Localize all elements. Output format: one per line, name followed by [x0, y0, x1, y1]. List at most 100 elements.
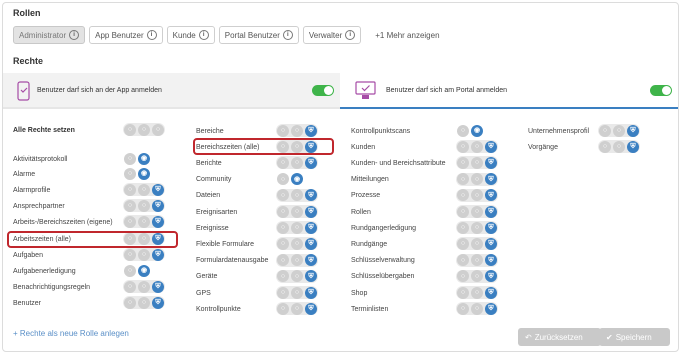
full-access-shield-icon[interactable]: ⛨	[152, 280, 164, 293]
access-level-off-icon[interactable]: ○	[277, 124, 289, 137]
access-level-off-icon[interactable]: ○	[152, 123, 164, 136]
access-level-off-icon[interactable]: ○	[277, 205, 289, 218]
access-level-off-icon[interactable]: ○	[277, 173, 289, 186]
full-access-shield-icon[interactable]: ⛨	[485, 173, 497, 186]
full-access-shield-icon[interactable]: ⛨	[305, 205, 317, 218]
role-button-administrator[interactable]: Administrator i	[13, 26, 86, 44]
access-level-off-icon[interactable]: ○	[138, 280, 150, 293]
access-level-off-icon[interactable]: ○	[471, 302, 483, 315]
access-level-off-icon[interactable]: ○	[471, 270, 483, 283]
access-level-off-icon[interactable]: ○	[277, 270, 289, 283]
full-access-shield-icon[interactable]: ⛨	[485, 189, 497, 202]
access-level-off-icon[interactable]: ○	[124, 123, 136, 136]
full-access-shield-icon[interactable]: ⛨	[152, 248, 164, 261]
full-access-shield-icon[interactable]: ⛨	[485, 302, 497, 315]
add-role-link[interactable]: + Rechte als neue Rolle anlegen	[13, 329, 129, 338]
access-level-off-icon[interactable]: ○	[291, 205, 303, 218]
role-button-app-benutzer[interactable]: App Benutzer i	[89, 26, 163, 44]
full-access-shield-icon[interactable]: ⛨	[485, 156, 497, 169]
access-level-off-icon[interactable]: ○	[124, 264, 136, 277]
access-level-off-icon[interactable]: ○	[291, 156, 303, 169]
full-access-shield-icon[interactable]: ⛨	[305, 237, 317, 250]
access-level-off-icon[interactable]: ○	[457, 173, 469, 186]
access-level-off-icon[interactable]: ○	[457, 156, 469, 169]
access-level-off-icon[interactable]: ○	[291, 254, 303, 267]
role-button-portal-benutzer[interactable]: Portal Benutzer i	[218, 26, 299, 44]
read-access-eye-icon[interactable]: ◉	[138, 167, 150, 180]
full-access-shield-icon[interactable]: ⛨	[305, 189, 317, 202]
access-level-off-icon[interactable]: ○	[138, 183, 150, 196]
access-level-off-icon[interactable]: ○	[457, 270, 469, 283]
role-button-verwalter[interactable]: Verwalter i	[302, 26, 362, 44]
access-level-off-icon[interactable]: ○	[291, 302, 303, 315]
info-icon[interactable]: i	[345, 30, 356, 40]
full-access-shield-icon[interactable]: ⛨	[152, 215, 164, 228]
info-icon[interactable]: i	[282, 30, 293, 40]
access-level-off-icon[interactable]: ○	[457, 221, 469, 234]
read-access-eye-icon[interactable]: ◉	[291, 173, 303, 186]
access-level-off-icon[interactable]: ○	[457, 237, 469, 250]
access-level-off-icon[interactable]: ○	[277, 221, 289, 234]
access-level-off-icon[interactable]: ○	[277, 302, 289, 315]
access-level-off-icon[interactable]: ○	[471, 140, 483, 153]
access-level-off-icon[interactable]: ○	[277, 156, 289, 169]
access-level-off-icon[interactable]: ○	[291, 221, 303, 234]
access-level-off-icon[interactable]: ○	[471, 189, 483, 202]
access-level-off-icon[interactable]: ○	[457, 140, 469, 153]
access-level-off-icon[interactable]: ○	[124, 248, 136, 261]
access-level-off-icon[interactable]: ○	[277, 286, 289, 299]
read-access-eye-icon[interactable]: ◉	[138, 264, 150, 277]
access-level-off-icon[interactable]: ○	[599, 140, 611, 153]
access-level-off-icon[interactable]: ○	[124, 167, 136, 180]
full-access-shield-icon[interactable]: ⛨	[627, 124, 639, 137]
access-level-off-icon[interactable]: ○	[471, 173, 483, 186]
access-level-off-icon[interactable]: ○	[613, 140, 625, 153]
save-button[interactable]: ✔ Speichern	[599, 328, 670, 346]
full-access-shield-icon[interactable]: ⛨	[627, 140, 639, 153]
access-level-off-icon[interactable]: ○	[471, 237, 483, 250]
access-level-off-icon[interactable]: ○	[471, 254, 483, 267]
access-level-off-icon[interactable]: ○	[138, 215, 150, 228]
read-access-eye-icon[interactable]: ◉	[471, 124, 483, 137]
access-level-off-icon[interactable]: ○	[124, 199, 136, 212]
access-level-off-icon[interactable]: ○	[291, 189, 303, 202]
full-access-shield-icon[interactable]: ⛨	[485, 254, 497, 267]
full-access-shield-icon[interactable]: ⛨	[152, 296, 164, 309]
info-icon[interactable]: i	[69, 30, 80, 40]
portal-login-toggle[interactable]	[650, 85, 672, 96]
full-access-shield-icon[interactable]: ⛨	[152, 199, 164, 212]
access-level-off-icon[interactable]: ○	[291, 124, 303, 137]
full-access-shield-icon[interactable]: ⛨	[485, 205, 497, 218]
access-level-off-icon[interactable]: ○	[291, 237, 303, 250]
info-icon[interactable]: i	[146, 30, 157, 40]
full-access-shield-icon[interactable]: ⛨	[485, 140, 497, 153]
full-access-shield-icon[interactable]: ⛨	[305, 124, 317, 137]
access-level-off-icon[interactable]: ○	[138, 248, 150, 261]
access-level-off-icon[interactable]: ○	[124, 215, 136, 228]
access-level-off-icon[interactable]: ○	[613, 124, 625, 137]
access-level-off-icon[interactable]: ○	[471, 205, 483, 218]
full-access-shield-icon[interactable]: ⛨	[305, 221, 317, 234]
access-level-off-icon[interactable]: ○	[291, 270, 303, 283]
access-level-off-icon[interactable]: ○	[457, 205, 469, 218]
access-level-off-icon[interactable]: ○	[124, 280, 136, 293]
access-level-off-icon[interactable]: ○	[138, 123, 150, 136]
access-level-off-icon[interactable]: ○	[124, 152, 136, 165]
access-level-off-icon[interactable]: ○	[124, 296, 136, 309]
access-level-off-icon[interactable]: ○	[457, 189, 469, 202]
access-level-off-icon[interactable]: ○	[599, 124, 611, 137]
access-level-off-icon[interactable]: ○	[277, 254, 289, 267]
app-login-toggle[interactable]	[312, 85, 334, 96]
role-button-kunde[interactable]: Kunde i	[166, 26, 215, 44]
access-level-off-icon[interactable]: ○	[457, 286, 469, 299]
full-access-shield-icon[interactable]: ⛨	[305, 254, 317, 267]
access-level-off-icon[interactable]: ○	[471, 221, 483, 234]
full-access-shield-icon[interactable]: ⛨	[485, 286, 497, 299]
full-access-shield-icon[interactable]: ⛨	[152, 183, 164, 196]
full-access-shield-icon[interactable]: ⛨	[305, 156, 317, 169]
access-level-off-icon[interactable]: ○	[471, 156, 483, 169]
info-icon[interactable]: i	[198, 30, 209, 40]
access-level-off-icon[interactable]: ○	[291, 286, 303, 299]
access-level-off-icon[interactable]: ○	[457, 302, 469, 315]
access-level-off-icon[interactable]: ○	[457, 254, 469, 267]
